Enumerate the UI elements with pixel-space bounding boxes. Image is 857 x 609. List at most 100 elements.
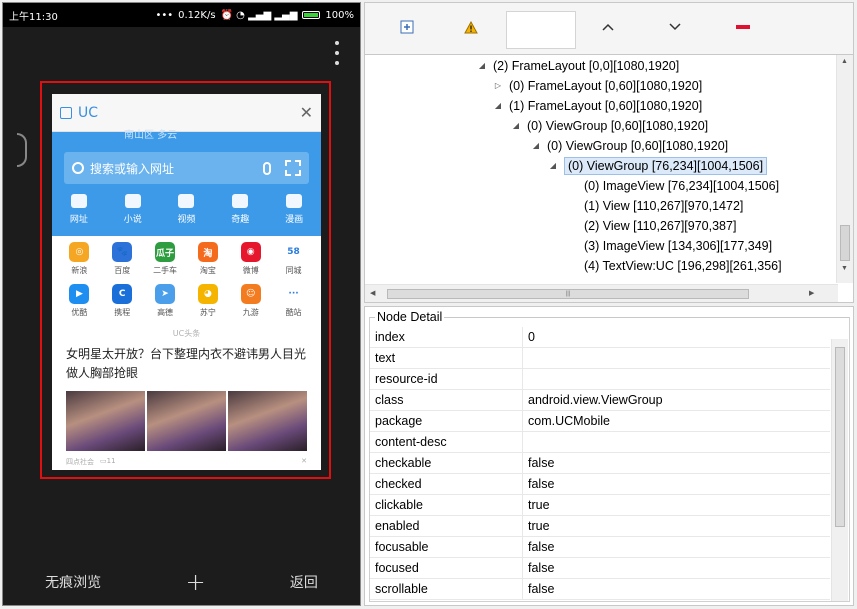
battery-percent: 100% <box>325 9 354 21</box>
app-icon: ☺ <box>240 284 261 304</box>
dismiss-icon[interactable]: ✕ <box>301 457 307 467</box>
tree-node[interactable]: ◢ (0) ViewGroup [0,60][1080,1920] <box>509 116 708 136</box>
scroll-right-icon[interactable]: ▶ <box>809 289 814 297</box>
expand-toggle-icon[interactable]: ◢ <box>529 136 543 156</box>
status-time: 上午11:30 <box>9 11 58 23</box>
back-button[interactable]: 返回 <box>290 572 318 592</box>
search-input[interactable]: 搜索或输入网址 <box>64 152 309 184</box>
expand-toggle-icon[interactable]: ◢ <box>509 116 523 136</box>
tree-node[interactable]: (2) View [110,267][970,387] <box>566 216 736 236</box>
app-shortcut[interactable]: 🐾 百度 <box>101 242 144 276</box>
private-browsing-button[interactable]: 无痕浏览 <box>45 572 101 592</box>
globe-icon <box>70 194 87 208</box>
tree-node[interactable]: (0) ImageView [76,234][1004,1506] <box>566 176 779 196</box>
play-icon <box>178 194 195 208</box>
app-shortcut[interactable]: ◎ 新浪 <box>58 242 101 276</box>
tab-comic[interactable]: 漫画 <box>285 194 303 225</box>
app-icon: 淘 <box>197 242 218 262</box>
expand-toggle-icon[interactable]: ▷ <box>491 76 505 96</box>
news-headline[interactable]: 女明星太开放？台下整理内衣不避讳男人目光做人胸部抢眼 <box>52 339 321 383</box>
property-row[interactable]: checked false <box>370 474 830 495</box>
scrollbar-thumb[interactable] <box>840 225 850 261</box>
scroll-up-icon[interactable]: ▲ <box>841 58 848 65</box>
tree-node[interactable]: (3) ImageView [134,306][177,349] <box>566 236 772 256</box>
property-key: class <box>370 390 523 410</box>
tree-node-label: (2) FrameLayout [0,0][1080,1920] <box>493 59 680 73</box>
app-shortcut[interactable]: ☺ 九游 <box>229 284 272 318</box>
warning-icon[interactable] <box>461 17 481 37</box>
app-icon: ➤ <box>155 284 176 304</box>
app-shortcut-grid: ◎ 新浪 🐾 百度 瓜子 二手车淘淘宝 ◉ 微博 58 同城 ▶ 优酷 C 携程 ➤ 高德 ◕ 苏宁 ☺ 九游 ··· 酷… <box>52 236 321 318</box>
tree-node-label: (2) View [110,267][970,387] <box>584 219 737 233</box>
property-key: checked <box>370 474 523 494</box>
tree-node[interactable]: ◢ (1) FrameLayout [0,60][1080,1920] <box>491 96 702 116</box>
property-row[interactable]: focusable false <box>370 537 830 558</box>
app-shortcut[interactable]: 瓜子 二手车 <box>144 242 187 276</box>
property-row[interactable]: package com.UCMobile <box>370 411 830 432</box>
expand-toggle-icon[interactable]: ◢ <box>491 96 505 116</box>
down-arrow-icon[interactable] <box>665 17 685 37</box>
tab-web[interactable]: 网址 <box>70 194 88 225</box>
scroll-down-icon[interactable]: ▼ <box>841 265 848 272</box>
tree-node[interactable]: ◢ (0) ViewGroup [0,60][1080,1920] <box>529 136 728 156</box>
scrollbar-thumb[interactable] <box>835 347 845 527</box>
up-arrow-icon[interactable] <box>598 17 618 37</box>
microphone-icon[interactable] <box>263 161 271 175</box>
property-row[interactable]: enabled true <box>370 516 830 537</box>
scan-icon[interactable] <box>285 160 301 176</box>
tree-node[interactable]: (1) View [110,267][970,1472] <box>566 196 743 216</box>
tree-vertical-scrollbar[interactable]: ▲ ▼ <box>836 55 853 283</box>
property-row[interactable]: content-desc <box>370 432 830 453</box>
expand-icon[interactable] <box>397 17 417 37</box>
property-row[interactable]: clickable true <box>370 495 830 516</box>
property-row[interactable]: checkable false <box>370 453 830 474</box>
expand-toggle-icon[interactable]: ◢ <box>475 56 489 76</box>
property-key: focused <box>370 558 523 578</box>
new-tab-button[interactable]: + <box>185 568 205 596</box>
property-value: false <box>528 477 555 491</box>
hierarchy-tree[interactable]: ◢ (2) FrameLayout [0,0][1080,1920] ▷ (0) Fr… <box>364 54 854 303</box>
book-icon <box>124 194 141 208</box>
property-row[interactable]: resource-id <box>370 369 830 390</box>
app-shortcut[interactable]: 淘淘宝 <box>186 242 229 276</box>
app-shortcut[interactable]: ◕ 苏宁 <box>186 284 229 318</box>
scroll-left-icon[interactable]: ◀ <box>370 289 375 297</box>
news-photo <box>66 391 145 451</box>
detail-vertical-scrollbar[interactable] <box>831 339 848 601</box>
minus-icon[interactable] <box>733 17 753 37</box>
app-shortcut[interactable]: ▶ 优酷 <box>58 284 101 318</box>
news-photos[interactable] <box>66 391 307 451</box>
signal-icons: ⏰ ◔ ▂▄▆ ▂▄▆ <box>220 9 298 21</box>
scrollbar-thumb[interactable]: ||| <box>387 289 749 299</box>
tree-node[interactable]: ▷ (0) FrameLayout [0,60][1080,1920] <box>491 76 702 96</box>
app-shortcut[interactable]: 58 同城 <box>272 242 315 276</box>
kebab-menu-icon[interactable] <box>334 41 340 65</box>
toolbar-input[interactable] <box>506 11 576 49</box>
app-shortcut[interactable]: ··· 酷站 <box>272 284 315 318</box>
property-key: content-desc <box>370 432 523 452</box>
uc-browser-card[interactable]: UC ✕ 南山区 多云 搜索或输入网址 网址 小说 视频 奇趣 漫画 ◎ 新浪 🐾 百… <box>52 94 321 470</box>
property-row[interactable]: text <box>370 348 830 369</box>
search-icon <box>72 162 84 174</box>
tree-node[interactable]: ◢ (0) ViewGroup [76,234][1004,1506] <box>546 156 768 176</box>
app-shortcut[interactable]: ◉ 微博 <box>229 242 272 276</box>
property-row[interactable]: focused false <box>370 558 830 579</box>
property-row[interactable]: index 0 <box>370 327 830 348</box>
property-key: text <box>370 348 523 368</box>
tab-video[interactable]: 视频 <box>177 194 196 225</box>
tab-fun[interactable]: 奇趣 <box>231 194 249 225</box>
property-row[interactable]: class android.view.ViewGroup <box>370 390 830 411</box>
close-icon[interactable]: ✕ <box>300 103 313 122</box>
tab-novel[interactable]: 小说 <box>124 194 142 225</box>
expand-toggle-icon[interactable]: ◢ <box>546 156 560 176</box>
property-key: scrollable <box>370 579 523 599</box>
app-shortcut[interactable]: C 携程 <box>101 284 144 318</box>
tree-horizontal-scrollbar[interactable]: ◀ ||| ▶ <box>365 284 838 302</box>
tree-node-label: (0) ViewGroup [76,234][1004,1506] <box>564 157 768 175</box>
app-shortcut[interactable]: ➤ 高德 <box>144 284 187 318</box>
device-screenshot-panel[interactable]: 上午11:30 ••• 0.12K/s ⏰ ◔ ▂▄▆ ▂▄▆ 100% UC … <box>2 2 361 606</box>
property-row[interactable]: scrollable false <box>370 579 830 600</box>
tree-node[interactable]: ◢ (2) FrameLayout [0,0][1080,1920] <box>475 56 679 76</box>
app-label: 百度 <box>114 266 131 275</box>
tree-node[interactable]: (4) TextView:UC [196,298][261,356] <box>566 256 782 276</box>
